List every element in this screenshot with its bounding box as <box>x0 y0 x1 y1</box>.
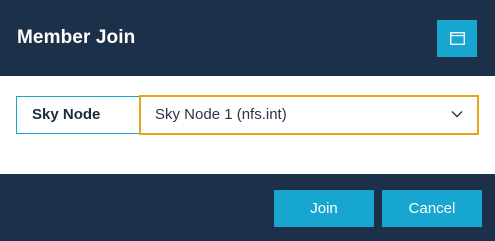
dialog-title: Member Join <box>17 27 136 48</box>
dialog-header: Member Join <box>0 0 495 76</box>
sky-node-select[interactable]: Sky Node 1 (nfs.int) <box>139 95 479 135</box>
cancel-button[interactable]: Cancel <box>382 190 482 227</box>
dialog-body: Sky Node Sky Node 1 (nfs.int) <box>0 76 495 174</box>
maximize-button[interactable] <box>437 20 477 57</box>
maximize-window-icon <box>450 32 465 45</box>
member-join-dialog: Member Join Sky Node Sky Node 1 (nfs.int… <box>0 0 495 241</box>
join-button[interactable]: Join <box>274 190 374 227</box>
sky-node-select-value: Sky Node 1 (nfs.int) <box>155 106 287 123</box>
sky-node-label: Sky Node <box>16 96 142 134</box>
dialog-footer: Join Cancel <box>0 174 495 241</box>
chevron-down-icon <box>451 111 463 118</box>
